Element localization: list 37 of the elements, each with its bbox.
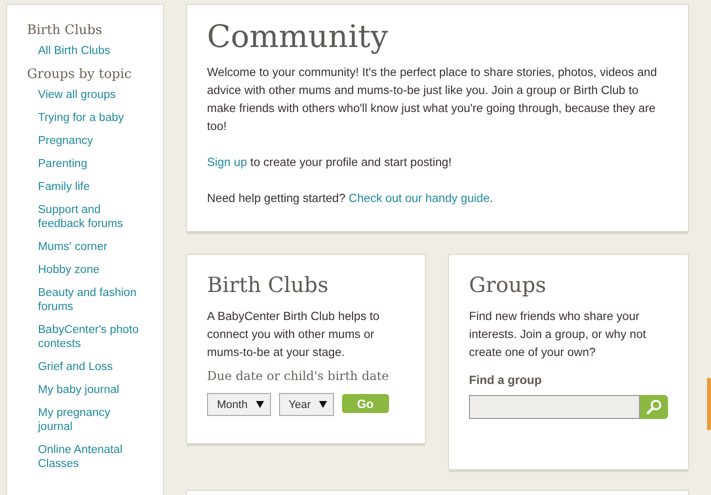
sidebar-link[interactable]: Hobby zone	[38, 263, 100, 277]
select-dropdown[interactable]: Year	[278, 393, 334, 416]
text-link[interactable]: Sign up	[207, 155, 248, 169]
search-button[interactable]	[640, 395, 668, 419]
sidebar-link[interactable]: BabyCenter's photo contests	[38, 323, 146, 351]
sidebar-heading: Groups by topic	[27, 67, 132, 82]
card-title: Birth Clubs	[207, 273, 328, 297]
sidebar-link[interactable]: Online Antenatal Classes	[38, 443, 146, 471]
select-dropdown[interactable]: Month	[207, 393, 271, 416]
sidebar-link[interactable]: Trying for a baby	[38, 111, 124, 125]
page-title: Community	[207, 19, 388, 55]
card-description: A BabyCenter Birth Club helps to connect you with other mums or mums-to-be at your stage.	[207, 308, 380, 361]
sidebar-link[interactable]: Beauty and fashion forums	[38, 286, 146, 314]
sidebar-link[interactable]: Family life	[38, 180, 90, 194]
sidebar-link[interactable]: Parenting	[38, 157, 88, 171]
text-link[interactable]: Check out our handy guide	[348, 191, 490, 205]
intro-text: Sign up to create your profile and start posting!	[207, 154, 453, 171]
caret-icon	[318, 401, 327, 408]
card-description: Find new friends who share your interests. Join a group, or why not create one of your own?	[469, 308, 648, 361]
card-title: Groups	[469, 273, 546, 297]
sidebar-heading: Birth Clubs	[27, 23, 102, 38]
caret-icon	[256, 401, 264, 408]
search-icon	[646, 399, 662, 415]
intro-text: Welcome to your community! It's the perfect place to share stories, photos, videos and advice with other mums and mums-to-be just like you. Join a group or Birth Club to make friends with others who'll know just what you're going through, because they are too!	[207, 64, 658, 135]
date-label: Due date or child's birth date	[207, 369, 389, 383]
sidebar-link[interactable]: Pregnancy	[38, 134, 93, 148]
sidebar-link[interactable]: Support and feedback forums	[38, 203, 146, 231]
sidebar-link[interactable]: My baby journal	[38, 383, 120, 397]
sidebar-link[interactable]: Mums' corner	[38, 240, 108, 254]
go-button[interactable]: Go	[342, 394, 389, 413]
search-field[interactable]	[469, 395, 640, 419]
search-label: Find a group	[469, 373, 542, 387]
sidebar-link[interactable]: My pregnancy journal	[38, 406, 146, 434]
sidebar-link[interactable]: Grief and Loss	[38, 360, 113, 374]
intro-text: Need help getting started? Check out our handy guide.	[207, 190, 494, 207]
sidebar-link[interactable]: All Birth Clubs	[38, 44, 110, 58]
sidebar-link[interactable]: View all groups	[38, 88, 116, 102]
